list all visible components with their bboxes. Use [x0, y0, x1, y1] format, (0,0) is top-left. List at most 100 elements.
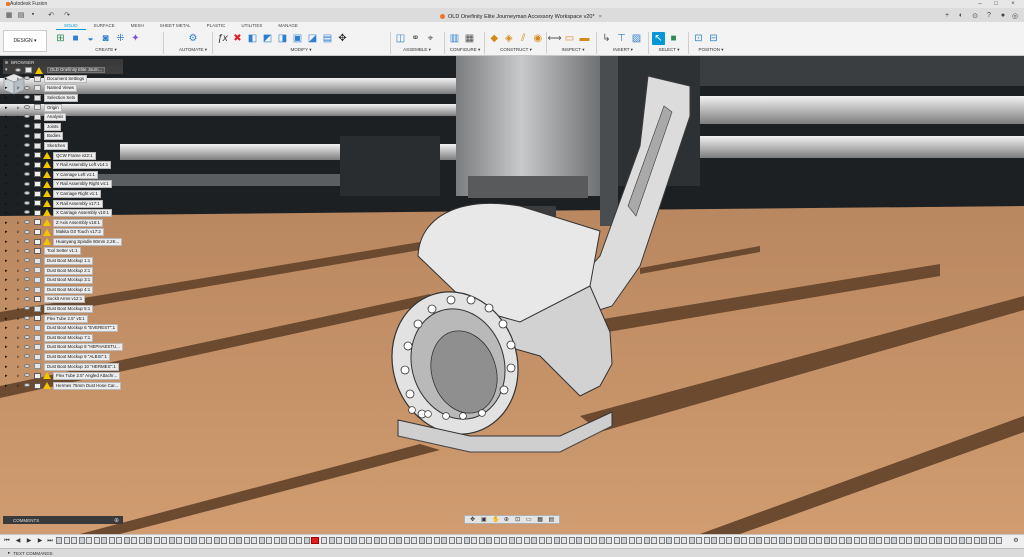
- timeline-feature[interactable]: [161, 537, 167, 544]
- browser-item[interactable]: ▸ ▹ Dust Boot Mockup 9 "ALBIS":1: [3, 352, 123, 362]
- grid-icon[interactable]: ▦: [537, 517, 543, 523]
- visibility-icon[interactable]: [24, 76, 30, 80]
- timeline-feature[interactable]: [183, 537, 190, 544]
- tab-plastic[interactable]: PLASTIC: [199, 22, 234, 30]
- close-icon[interactable]: ×: [1005, 0, 1021, 8]
- browser-item[interactable]: ▸ ▹ Y Rail Assembly Left v14:1: [3, 160, 123, 170]
- as-built-joint-icon[interactable]: ⌖: [424, 32, 437, 45]
- timeline-feature[interactable]: [921, 537, 927, 544]
- expand-icon[interactable]: ▸: [5, 239, 8, 245]
- timeline-feature[interactable]: [288, 537, 295, 544]
- browser-item[interactable]: ▸ ▹ Selection Sets: [3, 93, 123, 103]
- timeline-feature[interactable]: [516, 537, 522, 544]
- axis-icon[interactable]: ⫽: [517, 32, 530, 45]
- visibility-icon[interactable]: [24, 373, 30, 378]
- timeline-feature[interactable]: [583, 537, 590, 544]
- new-sketch-icon[interactable]: ⊞: [54, 32, 67, 45]
- expand-icon[interactable]: ▸: [5, 153, 8, 159]
- timeline-feature[interactable]: [456, 537, 462, 544]
- timeline-feature[interactable]: [531, 537, 537, 544]
- timeline-feature[interactable]: [763, 537, 770, 544]
- timeline-feature[interactable]: [561, 537, 567, 544]
- visibility-icon[interactable]: [24, 200, 30, 205]
- timeline-feature[interactable]: [411, 537, 417, 544]
- modify-menu[interactable]: MODIFY ▾: [216, 47, 386, 53]
- timeline-feature[interactable]: [898, 537, 905, 544]
- expand-icon[interactable]: ▸: [5, 287, 8, 293]
- timeline-feature[interactable]: [591, 537, 597, 544]
- expand-icon[interactable]: ▸: [5, 306, 8, 312]
- timeline-feature[interactable]: [433, 537, 440, 544]
- visibility-icon[interactable]: [24, 287, 30, 292]
- timeline-feature[interactable]: [213, 537, 220, 544]
- select-filter-icon[interactable]: ■: [667, 32, 680, 45]
- browser-item[interactable]: ▸ ▹ Y Carriage Right v1:1: [3, 189, 123, 199]
- timeline-feature[interactable]: [936, 537, 942, 544]
- browser-item[interactable]: ▸ ▹ Dust Boot Mockup 6 "EVEREST":1: [3, 323, 123, 333]
- timeline-feature[interactable]: [823, 537, 830, 544]
- account-icon[interactable]: ●: [998, 12, 1008, 19]
- tab-surface[interactable]: SURFACE: [86, 22, 123, 30]
- chamfer-icon[interactable]: ◨: [276, 32, 289, 45]
- timeline-feature[interactable]: [221, 537, 227, 544]
- browser-item[interactable]: ▸ ▹ Flex Tube 2.5" v5:1: [3, 314, 123, 324]
- automate-menu[interactable]: AUTOMATE ▾: [168, 47, 218, 53]
- pan-icon[interactable]: ✋: [492, 517, 499, 523]
- expand-icon[interactable]: ▾: [5, 67, 8, 73]
- add-comment-icon[interactable]: ⊕: [114, 517, 119, 524]
- browser-item[interactable]: ▸ ▹ Hermes 75mm Dust Hose Car...: [3, 381, 123, 391]
- browser-item[interactable]: ▸ ▹ X Rail Assembly v17:1: [3, 199, 123, 209]
- timeline-feature[interactable]: [266, 537, 272, 544]
- timeline-marker[interactable]: [311, 537, 319, 544]
- timeline-feature[interactable]: [598, 537, 605, 544]
- timeline-feature[interactable]: [673, 537, 680, 544]
- 3d-viewport[interactable]: [0, 56, 1024, 534]
- visibility-icon[interactable]: [24, 344, 30, 349]
- timeline-feature[interactable]: [426, 537, 432, 544]
- timeline-feature[interactable]: [146, 537, 152, 544]
- file-menu-icon[interactable]: ▤: [16, 11, 26, 19]
- timeline-feature[interactable]: [928, 537, 935, 544]
- visibility-icon[interactable]: [24, 239, 30, 244]
- expand-icon[interactable]: ▸: [5, 191, 8, 197]
- timeline-feature[interactable]: [448, 537, 455, 544]
- visibility-icon[interactable]: [24, 277, 30, 282]
- delete-icon[interactable]: ✖: [231, 32, 244, 45]
- browser-item[interactable]: ▸ ▹ Dust Boot Mockup 10 "HERMES":1: [3, 362, 123, 372]
- visibility-icon[interactable]: [24, 229, 30, 234]
- tab-manage[interactable]: MANAGE: [270, 22, 306, 30]
- timeline-feature[interactable]: [748, 537, 755, 544]
- timeline-feature[interactable]: [228, 537, 235, 544]
- timeline-feature[interactable]: [943, 537, 950, 544]
- timeline-feature[interactable]: [153, 537, 160, 544]
- undo-icon[interactable]: ↶: [46, 11, 56, 19]
- timeline-feature[interactable]: [206, 537, 212, 544]
- visibility-icon[interactable]: [24, 133, 30, 138]
- expand-icon[interactable]: ▸: [5, 85, 8, 91]
- visibility-icon[interactable]: [24, 335, 30, 340]
- timeline-feature[interactable]: [696, 537, 702, 544]
- visibility-icon[interactable]: [24, 114, 30, 119]
- timeline-feature[interactable]: [403, 537, 410, 544]
- browser-item[interactable]: ▸ ▹ X Carriage Assembly v10:1: [3, 208, 123, 218]
- expand-icon[interactable]: ▸: [5, 364, 8, 370]
- timeline-feature[interactable]: [688, 537, 695, 544]
- timeline-feature[interactable]: [973, 537, 980, 544]
- expand-icon[interactable]: ▸: [5, 181, 8, 187]
- job-status-icon[interactable]: ◐: [956, 12, 966, 19]
- expand-icon[interactable]: ▸: [5, 316, 8, 322]
- timeline-feature[interactable]: [441, 537, 447, 544]
- timeline-feature[interactable]: [463, 537, 470, 544]
- timeline-feature[interactable]: [381, 537, 387, 544]
- extrude-icon[interactable]: ■: [69, 32, 82, 45]
- timeline-feature[interactable]: [328, 537, 335, 544]
- timeline-feature[interactable]: [273, 537, 280, 544]
- minimize-icon[interactable]: –: [972, 0, 988, 8]
- help-icon[interactable]: ?: [984, 12, 994, 19]
- timeline-feature[interactable]: [486, 537, 492, 544]
- expand-icon[interactable]: ▸: [5, 277, 8, 283]
- timeline-feature[interactable]: [388, 537, 395, 544]
- visibility-icon[interactable]: [24, 210, 30, 215]
- timeline-feature[interactable]: [718, 537, 725, 544]
- timeline-feature[interactable]: [853, 537, 860, 544]
